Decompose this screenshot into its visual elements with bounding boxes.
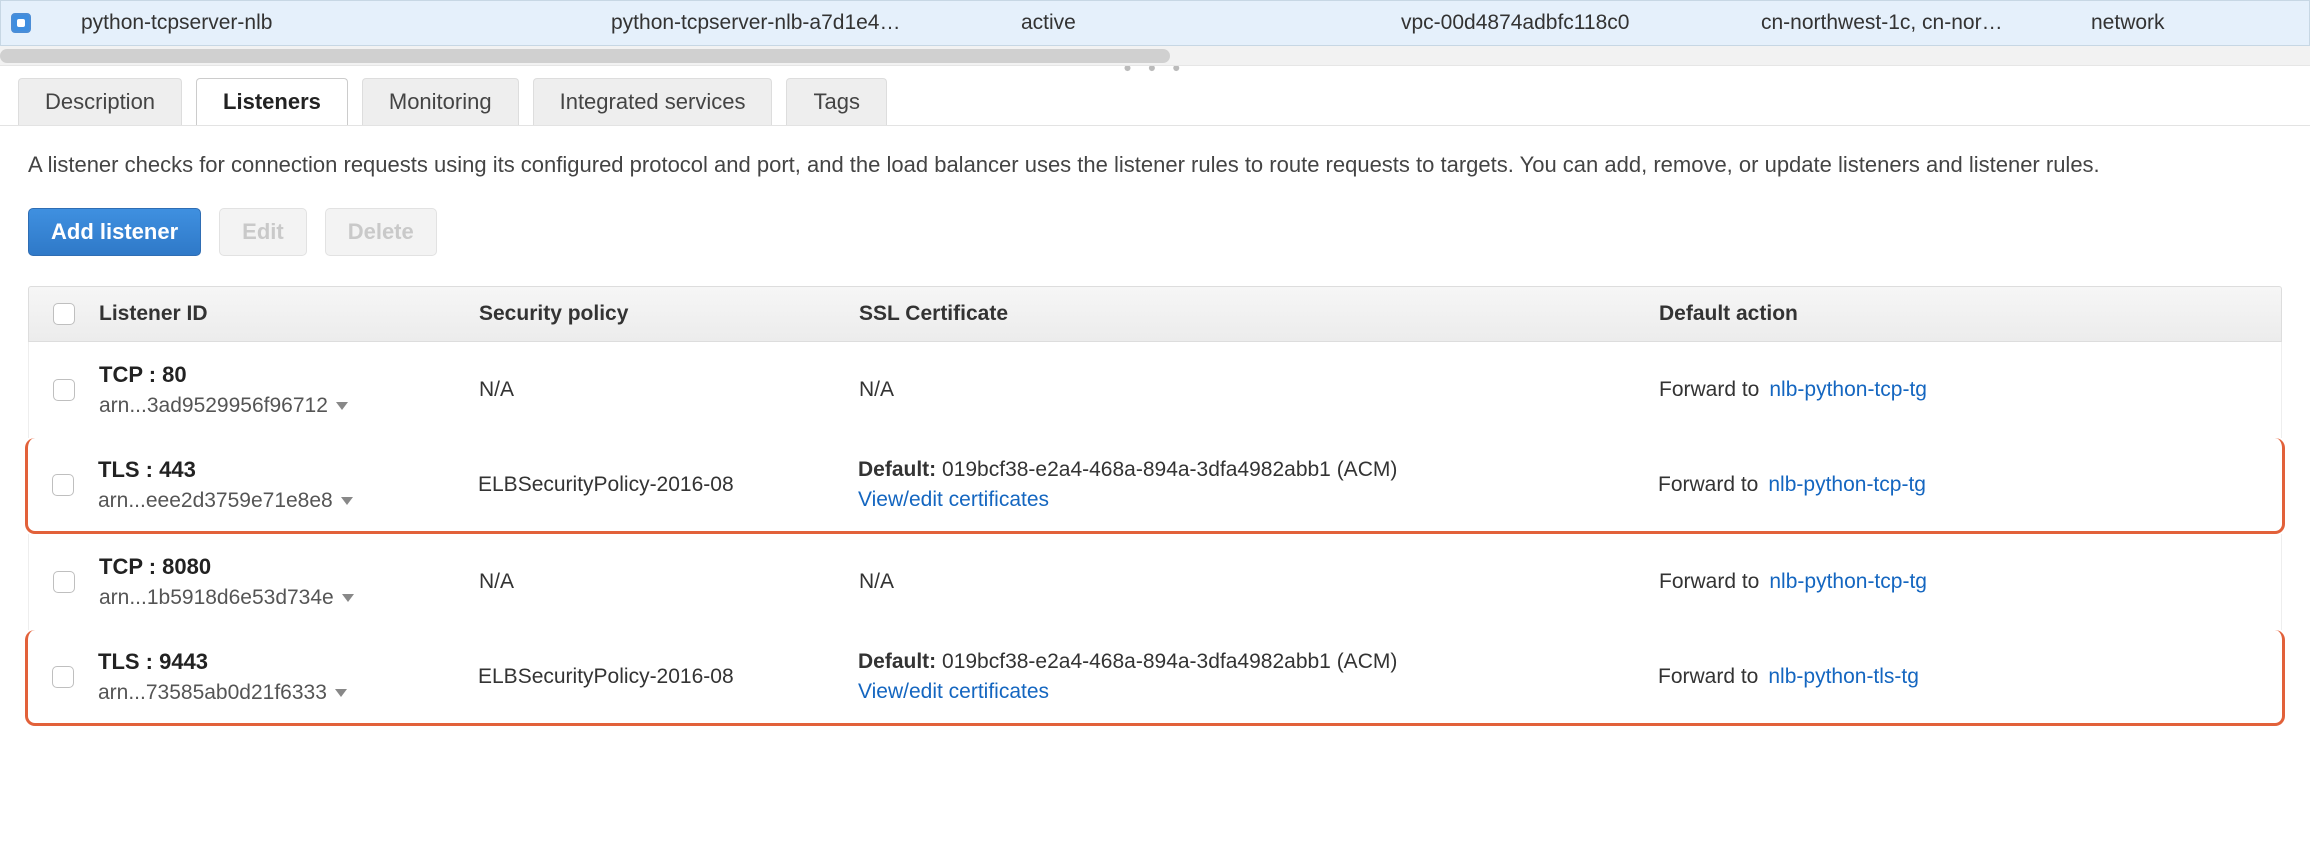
listener-arn-text: arn...73585ab0d21f6333: [98, 681, 327, 705]
target-group-link[interactable]: nlb-python-tcp-tg: [1769, 378, 1927, 402]
ssl-default-label: Default:: [858, 458, 936, 481]
listener-arn-dropdown[interactable]: arn...3ad9529956f96712: [99, 394, 469, 418]
listener-security-policy: N/A: [479, 378, 859, 402]
target-group-link[interactable]: nlb-python-tcp-tg: [1768, 473, 1926, 497]
col-header-default-action[interactable]: Default action: [1639, 302, 2281, 326]
listener-arn-dropdown[interactable]: arn...eee2d3759e71e8e8: [98, 489, 468, 513]
lb-row-checkbox-icon[interactable]: [11, 13, 31, 33]
tab-listeners[interactable]: Listeners: [196, 78, 348, 125]
listener-arn-text: arn...1b5918d6e53d734e: [99, 586, 334, 610]
add-listener-button[interactable]: Add listener: [28, 208, 201, 256]
forward-to-label: Forward to: [1658, 665, 1758, 689]
listener-security-policy: N/A: [479, 570, 859, 594]
view-edit-certificates-link[interactable]: View/edit certificates: [858, 488, 1638, 512]
forward-to-label: Forward to: [1658, 473, 1758, 497]
col-header-listener-id[interactable]: Listener ID: [99, 302, 479, 326]
ssl-default-value: 019bcf38-e2a4-468a-894a-3dfa4982abb1 (AC…: [942, 650, 1397, 673]
listeners-description: A listener checks for connection request…: [28, 148, 2278, 182]
listener-arn-text: arn...eee2d3759e71e8e8: [98, 489, 333, 513]
col-header-security-policy[interactable]: Security policy: [479, 302, 859, 326]
listeners-table-header: Listener ID Security policy SSL Certific…: [28, 286, 2282, 342]
caret-down-icon: [341, 497, 353, 505]
delete-listener-button: Delete: [325, 208, 437, 256]
listener-protocol-port: TCP : 8080: [99, 554, 469, 580]
listener-arn-dropdown[interactable]: arn...1b5918d6e53d734e: [99, 586, 469, 610]
caret-down-icon: [335, 689, 347, 697]
listener-protocol-port: TLS : 9443: [98, 649, 468, 675]
caret-down-icon: [336, 402, 348, 410]
listener-row: TCP : 80 arn...3ad9529956f96712 N/A N/A …: [28, 342, 2282, 438]
view-edit-certificates-link[interactable]: View/edit certificates: [858, 680, 1638, 704]
forward-to-label: Forward to: [1659, 378, 1759, 402]
caret-down-icon: [342, 594, 354, 602]
ssl-na: N/A: [859, 570, 1639, 594]
listener-protocol-port: TLS : 443: [98, 457, 468, 483]
lb-az: cn-northwest-1c, cn-nor…: [1761, 11, 2071, 35]
tab-integrated-services[interactable]: Integrated services: [533, 78, 773, 125]
listener-arn-text: arn...3ad9529956f96712: [99, 394, 328, 418]
listener-row-checkbox[interactable]: [52, 666, 74, 688]
listener-security-policy: ELBSecurityPolicy-2016-08: [478, 473, 858, 497]
col-header-ssl-certificate[interactable]: SSL Certificate: [859, 302, 1639, 326]
ssl-default-line: Default: 019bcf38-e2a4-468a-894a-3dfa498…: [858, 650, 1638, 674]
listeners-table: Listener ID Security policy SSL Certific…: [28, 286, 2282, 726]
tab-tags[interactable]: Tags: [786, 78, 886, 125]
listener-actions: Add listener Edit Delete: [28, 208, 2282, 256]
select-all-checkbox[interactable]: [53, 303, 75, 325]
ssl-default-value: 019bcf38-e2a4-468a-894a-3dfa4982abb1 (AC…: [942, 458, 1397, 481]
lb-type: network: [2091, 11, 2251, 35]
ssl-na: N/A: [859, 378, 1639, 402]
lb-vpc: vpc-00d4874adbfc118c0: [1401, 11, 1741, 35]
edit-listener-button: Edit: [219, 208, 307, 256]
listener-row-checkbox[interactable]: [52, 474, 74, 496]
tab-description[interactable]: Description: [18, 78, 182, 125]
forward-to-label: Forward to: [1659, 570, 1759, 594]
listener-row: TCP : 8080 arn...1b5918d6e53d734e N/A N/…: [28, 534, 2282, 630]
horizontal-scrollbar-track[interactable]: [0, 46, 2310, 66]
listener-protocol-port: TCP : 80: [99, 362, 469, 388]
listener-security-policy: ELBSecurityPolicy-2016-08: [478, 665, 858, 689]
tab-body-listeners: A listener checks for connection request…: [0, 125, 2310, 736]
selected-load-balancer-row[interactable]: python-tcpserver-nlb python-tcpserver-nl…: [0, 0, 2310, 46]
detail-tabs: Description Listeners Monitoring Integra…: [0, 72, 2310, 125]
horizontal-scrollbar-thumb[interactable]: [0, 49, 1170, 63]
target-group-link[interactable]: nlb-python-tls-tg: [1768, 665, 1919, 689]
target-group-link[interactable]: nlb-python-tcp-tg: [1769, 570, 1927, 594]
lb-state: active: [1021, 11, 1381, 35]
ssl-default-label: Default:: [858, 650, 936, 673]
listener-row: TLS : 443 arn...eee2d3759e71e8e8 ELBSecu…: [25, 438, 2285, 534]
listener-arn-dropdown[interactable]: arn...73585ab0d21f6333: [98, 681, 468, 705]
tab-monitoring[interactable]: Monitoring: [362, 78, 519, 125]
listener-row: TLS : 9443 arn...73585ab0d21f6333 ELBSec…: [25, 630, 2285, 726]
lb-dns: python-tcpserver-nlb-a7d1e4…: [611, 11, 1001, 35]
ssl-default-line: Default: 019bcf38-e2a4-468a-894a-3dfa498…: [858, 458, 1638, 482]
listener-row-checkbox[interactable]: [53, 571, 75, 593]
listener-row-checkbox[interactable]: [53, 379, 75, 401]
lb-name: python-tcpserver-nlb: [51, 11, 591, 35]
